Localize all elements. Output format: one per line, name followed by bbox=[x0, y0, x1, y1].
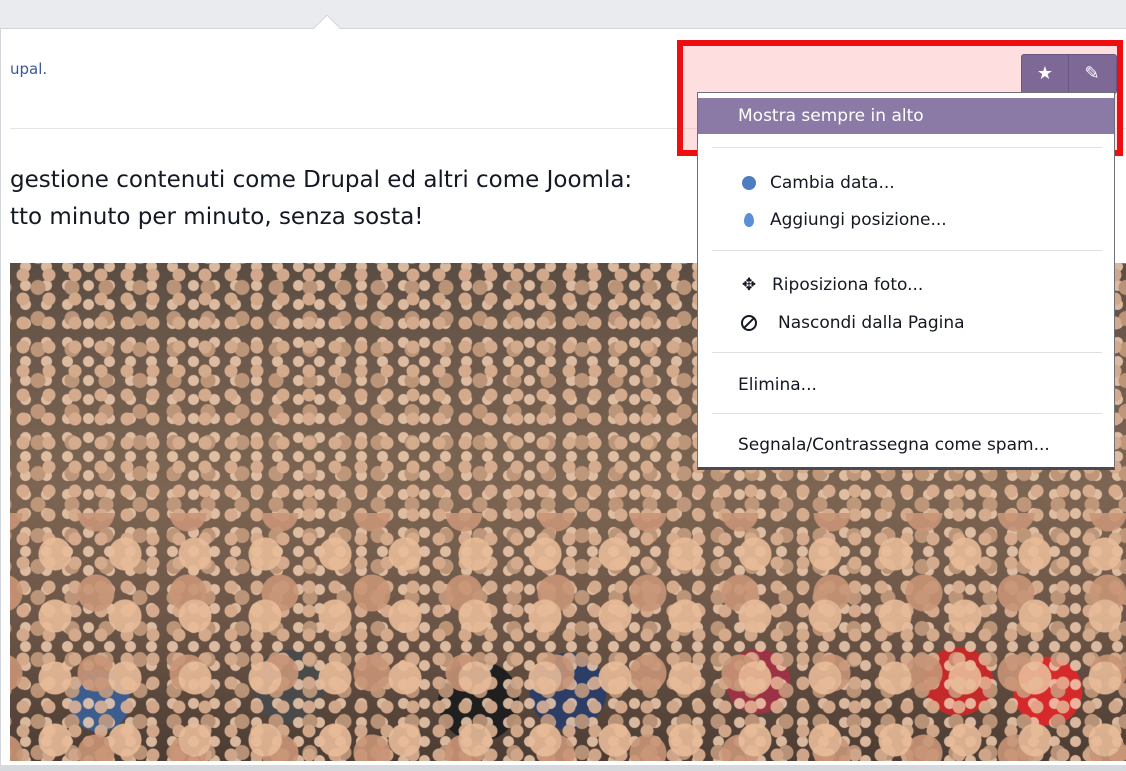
menu-separator bbox=[712, 147, 1102, 148]
menu-item-label: Elimina... bbox=[738, 375, 817, 395]
menu-separator bbox=[712, 413, 1102, 414]
menu-item-label: Cambia data... bbox=[770, 173, 895, 193]
post-options-toolbar: ★ ✎ bbox=[1021, 54, 1117, 94]
menu-separator bbox=[712, 250, 1102, 251]
menu-item-label: Aggiungi posizione... bbox=[770, 210, 947, 230]
star-icon[interactable]: ★ bbox=[1022, 55, 1069, 93]
menu-item-report-spam[interactable]: Segnala/Contrassegna come spam... bbox=[698, 427, 1114, 463]
post-text: gestione contenuti come Drupal ed altri … bbox=[10, 162, 700, 236]
hide-icon bbox=[738, 305, 760, 341]
menu-item-hide-from-page[interactable]: Nascondi dalla Pagina bbox=[698, 305, 1114, 341]
move-arrows-icon: ✥ bbox=[741, 275, 757, 295]
top-bar bbox=[0, 0, 1126, 29]
menu-item-reposition-photo[interactable]: ✥ Riposiziona foto... bbox=[698, 267, 1114, 303]
options-menu: Mostra sempre in alto Cambia data... Agg… bbox=[697, 92, 1115, 470]
clock-icon bbox=[738, 165, 760, 201]
menu-separator bbox=[712, 352, 1102, 353]
page-link[interactable]: upal. bbox=[10, 60, 47, 78]
location-pin-icon bbox=[738, 202, 760, 238]
pointer-caret bbox=[312, 14, 342, 30]
menu-item-change-date[interactable]: Cambia data... bbox=[698, 165, 1114, 201]
bottom-band bbox=[0, 765, 1126, 771]
menu-item-delete[interactable]: Elimina... bbox=[698, 367, 1114, 403]
pencil-icon[interactable]: ✎ bbox=[1069, 55, 1115, 93]
menu-item-label: Mostra sempre in alto bbox=[738, 106, 924, 126]
menu-item-pin-to-top[interactable]: Mostra sempre in alto bbox=[698, 98, 1114, 134]
menu-item-label: Nascondi dalla Pagina bbox=[778, 313, 965, 333]
menu-item-label: Segnala/Contrassegna come spam... bbox=[738, 435, 1050, 455]
crowd-foreground bbox=[10, 513, 1126, 761]
post-text-line-2: tto minuto per minuto, senza sosta! bbox=[10, 204, 424, 230]
menu-item-add-location[interactable]: Aggiungi posizione... bbox=[698, 202, 1114, 238]
post-text-line-1: gestione contenuti come Drupal ed altri … bbox=[10, 167, 633, 193]
menu-item-label: Riposiziona foto... bbox=[772, 275, 924, 295]
